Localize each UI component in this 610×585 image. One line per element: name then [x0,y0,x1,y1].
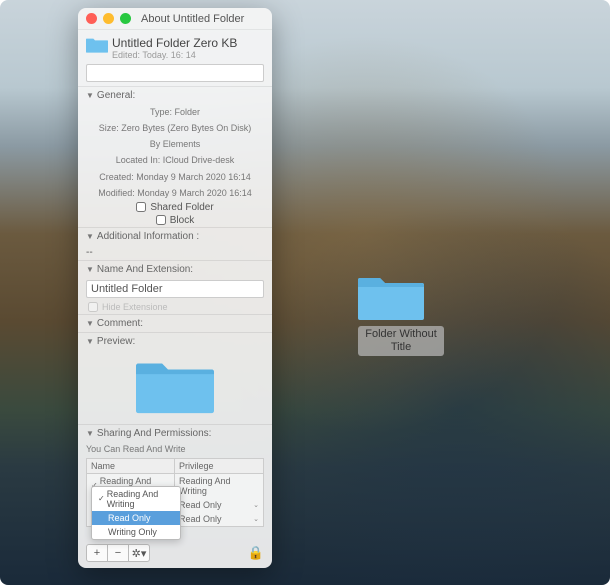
perm-priv: Read Only [179,500,222,510]
block-checkbox[interactable] [156,215,166,225]
dropdown-item[interactable]: ✓Reading And Writing [92,487,180,511]
minimize-icon[interactable] [103,13,114,24]
name-ext-heading: Name And Extension: [97,264,193,275]
info-edited-line: Edited: Today. 16: 14 [112,50,237,60]
preview-area [78,350,272,424]
preview-heading: Preview: [97,336,135,347]
minus-icon: − [115,547,121,559]
general-size: Size: Zero Bytes (Zero Bytes On Disk) [78,120,272,136]
lock-icon[interactable]: 🔒 [248,545,264,561]
folder-icon [358,272,444,322]
dropdown-item[interactable]: Writing Only [92,525,180,539]
general-location: Located In: ICloud Drive-desk [78,152,272,168]
gear-icon: ✲▾ [132,547,147,560]
privilege-dropdown[interactable]: ✓Reading And Writing Read Only Writing O… [91,486,181,540]
general-by: By Elements [78,136,272,152]
col-privilege: Privilege [175,459,263,473]
general-heading: General: [97,90,135,101]
action-button[interactable]: ✲▾ [128,544,150,562]
section-preview[interactable]: ▼ Preview: [78,332,272,350]
perm-priv: Read Only [179,514,222,524]
general-type: Type: Folder [78,104,272,120]
dropdown-item[interactable]: Read Only [92,511,180,525]
permissions-header: Name Privilege [87,459,263,474]
additional-heading: Additional Information : [97,231,199,242]
comment-heading: Comment: [97,318,143,329]
disclosure-triangle-icon: ▼ [86,91,94,100]
info-folder-name: Untitled Folder Zero KB [112,36,237,50]
add-button[interactable]: + [86,544,108,562]
bottom-toolbar: + − ✲▾ 🔒 [86,544,264,562]
chevron-icon: ⌄ [253,501,259,509]
desktop-folder-item[interactable]: Folder Without Title [358,272,444,356]
section-sharing[interactable]: ▼ Sharing And Permissions: [78,424,272,442]
general-modified: Modified: Monday 9 March 2020 16:14 [78,185,272,201]
section-general[interactable]: ▼ General: [78,86,272,104]
shared-folder-row: Shared Folder [78,201,272,214]
folder-icon [86,36,108,54]
info-header: Untitled Folder Zero KB Edited: Today. 1… [78,30,272,62]
section-additional[interactable]: ▼ Additional Information : [78,227,272,245]
disclosure-triangle-icon: ▼ [86,265,94,274]
info-window: About Untitled Folder Untitled Folder Ze… [78,8,272,568]
you-can-line: You Can Read And Write [78,442,272,456]
shared-folder-label: Shared Folder [150,202,213,213]
disclosure-triangle-icon: ▼ [86,319,94,328]
titlebar[interactable]: About Untitled Folder [78,8,272,30]
chevron-icon: ⌄ [253,515,259,523]
desktop-folder-label: Folder Without Title [358,326,444,356]
window-title: About Untitled Folder [141,13,244,25]
block-row: Block [78,214,272,227]
col-name: Name [87,459,175,473]
maximize-icon[interactable] [120,13,131,24]
shared-folder-checkbox[interactable] [136,202,146,212]
tags-field[interactable] [86,64,264,82]
hide-extension-checkbox [88,302,98,312]
name-input[interactable] [86,280,264,298]
close-icon[interactable] [86,13,97,24]
hide-extension-label: Hide Extensione [102,302,168,312]
additional-value: -- [78,245,272,260]
disclosure-triangle-icon: ▼ [86,337,94,346]
perm-priv: Reading And Writing [179,476,259,496]
remove-button[interactable]: − [107,544,129,562]
table-row[interactable]: ✓Reading And Writing Reading And Writing… [87,474,263,498]
folder-icon [136,356,214,416]
disclosure-triangle-icon: ▼ [86,232,94,241]
hide-extension-row: Hide Extensione [78,300,272,314]
general-created: Created: Monday 9 March 2020 16:14 [78,169,272,185]
plus-icon: + [94,547,100,559]
section-comment[interactable]: ▼ Comment: [78,314,272,332]
desktop-background: Folder Without Title About Untitled Fold… [0,0,610,585]
block-label: Block [170,215,194,226]
disclosure-triangle-icon: ▼ [86,429,94,438]
permissions-table: Name Privilege ✓Reading And Writing Read… [86,458,264,527]
sharing-heading: Sharing And Permissions: [97,428,212,439]
section-name-ext[interactable]: ▼ Name And Extension: [78,260,272,278]
